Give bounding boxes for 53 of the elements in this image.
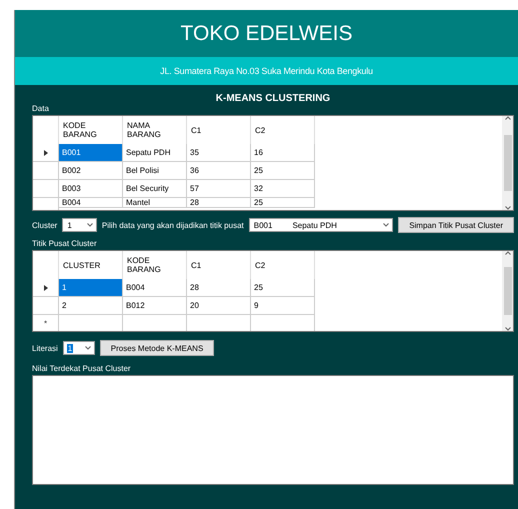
group-label: Nilai Terdekat Pusat Cluster	[32, 364, 131, 373]
table-cell[interactable]: 20	[187, 297, 251, 315]
group-label: Titik Pusat Cluster	[32, 239, 97, 248]
section-heading: K-MEANS CLUSTERING	[216, 93, 330, 104]
scrollbar[interactable]	[502, 116, 513, 210]
cluster-label: Cluster	[32, 220, 58, 230]
table-cell[interactable]: B012	[123, 297, 187, 315]
iteration-dropdown[interactable]: 1	[62, 341, 95, 355]
table-cell[interactable]: Mantel	[123, 198, 187, 208]
store-address: JL. Sumatera Raya No.03 Suka Merindu Kota Bengkulu	[160, 66, 373, 76]
table-cell[interactable]: 57	[187, 180, 251, 198]
table-cell[interactable]: B004	[123, 279, 187, 297]
scroll-up-icon[interactable]	[504, 251, 510, 255]
table-cell[interactable]: B001	[59, 144, 123, 162]
table-cell[interactable]: Bel Polisi	[123, 162, 187, 180]
scroll-up-icon[interactable]	[504, 116, 510, 120]
cluster-dropdown[interactable]: 1	[62, 218, 97, 232]
table-cell[interactable]: 25	[251, 162, 315, 180]
table-cell[interactable]: 9	[251, 297, 315, 315]
scrollbar[interactable]	[502, 251, 513, 331]
pick-label: Pilih data yang akan dijadikan titik pusat	[102, 220, 244, 230]
table-cell[interactable]: B004	[59, 198, 123, 208]
table-cell[interactable]: 32	[251, 180, 315, 198]
table-cell[interactable]: B003	[59, 180, 123, 198]
table-cell[interactable]: 36	[187, 162, 251, 180]
table-cell[interactable]: 25	[251, 279, 315, 297]
table-cell[interactable]: 1	[59, 279, 123, 297]
dropdown-icon[interactable]	[86, 223, 93, 227]
row-pointer-icon	[44, 150, 48, 156]
result-text-area[interactable]	[32, 375, 514, 485]
table-cell[interactable]: 35	[187, 144, 251, 162]
table-cell[interactable]: 28	[187, 198, 251, 208]
table-cell[interactable]: Bel Security	[123, 180, 187, 198]
dropdown-icon[interactable]	[383, 223, 390, 227]
scroll-down-icon[interactable]	[504, 206, 510, 210]
table-cell[interactable]: Sepatu PDH	[123, 144, 187, 162]
item-dropdown[interactable]: B001 Sepatu PDH	[248, 218, 394, 232]
table-cell[interactable]: 28	[187, 279, 251, 297]
data-grid[interactable]: CLUSTER KODE BARANG C1 C2 1 B004 28 25 2 B012 20 9 *	[32, 250, 514, 332]
save-center-button[interactable]: Simpan Titik Pusat Cluster	[398, 217, 514, 233]
iteration-label: Literasi	[32, 344, 58, 352]
data-grid[interactable]: KODE BARANG NAMA BARANG C1 C2 B001 Sepatu PDH 35 16 B002 Bel Polisi 36 25 B003 Bel Security 57 32 B004 Mantel 28 25	[32, 115, 514, 211]
new-row-marker: *	[44, 319, 48, 328]
scroll-down-icon[interactable]	[504, 327, 510, 331]
group-label: Data	[32, 104, 49, 113]
dropdown-icon[interactable]	[84, 346, 91, 350]
row-pointer-icon	[44, 284, 48, 290]
table-cell[interactable]: 16	[251, 144, 315, 162]
process-button[interactable]: Proses Metode K-MEANS	[100, 340, 214, 356]
table-cell[interactable]: B002	[59, 162, 123, 180]
table-cell[interactable]: 2	[59, 297, 123, 315]
store-title: TOKO EDELWEIS	[180, 22, 352, 46]
table-cell[interactable]: 25	[251, 198, 315, 208]
